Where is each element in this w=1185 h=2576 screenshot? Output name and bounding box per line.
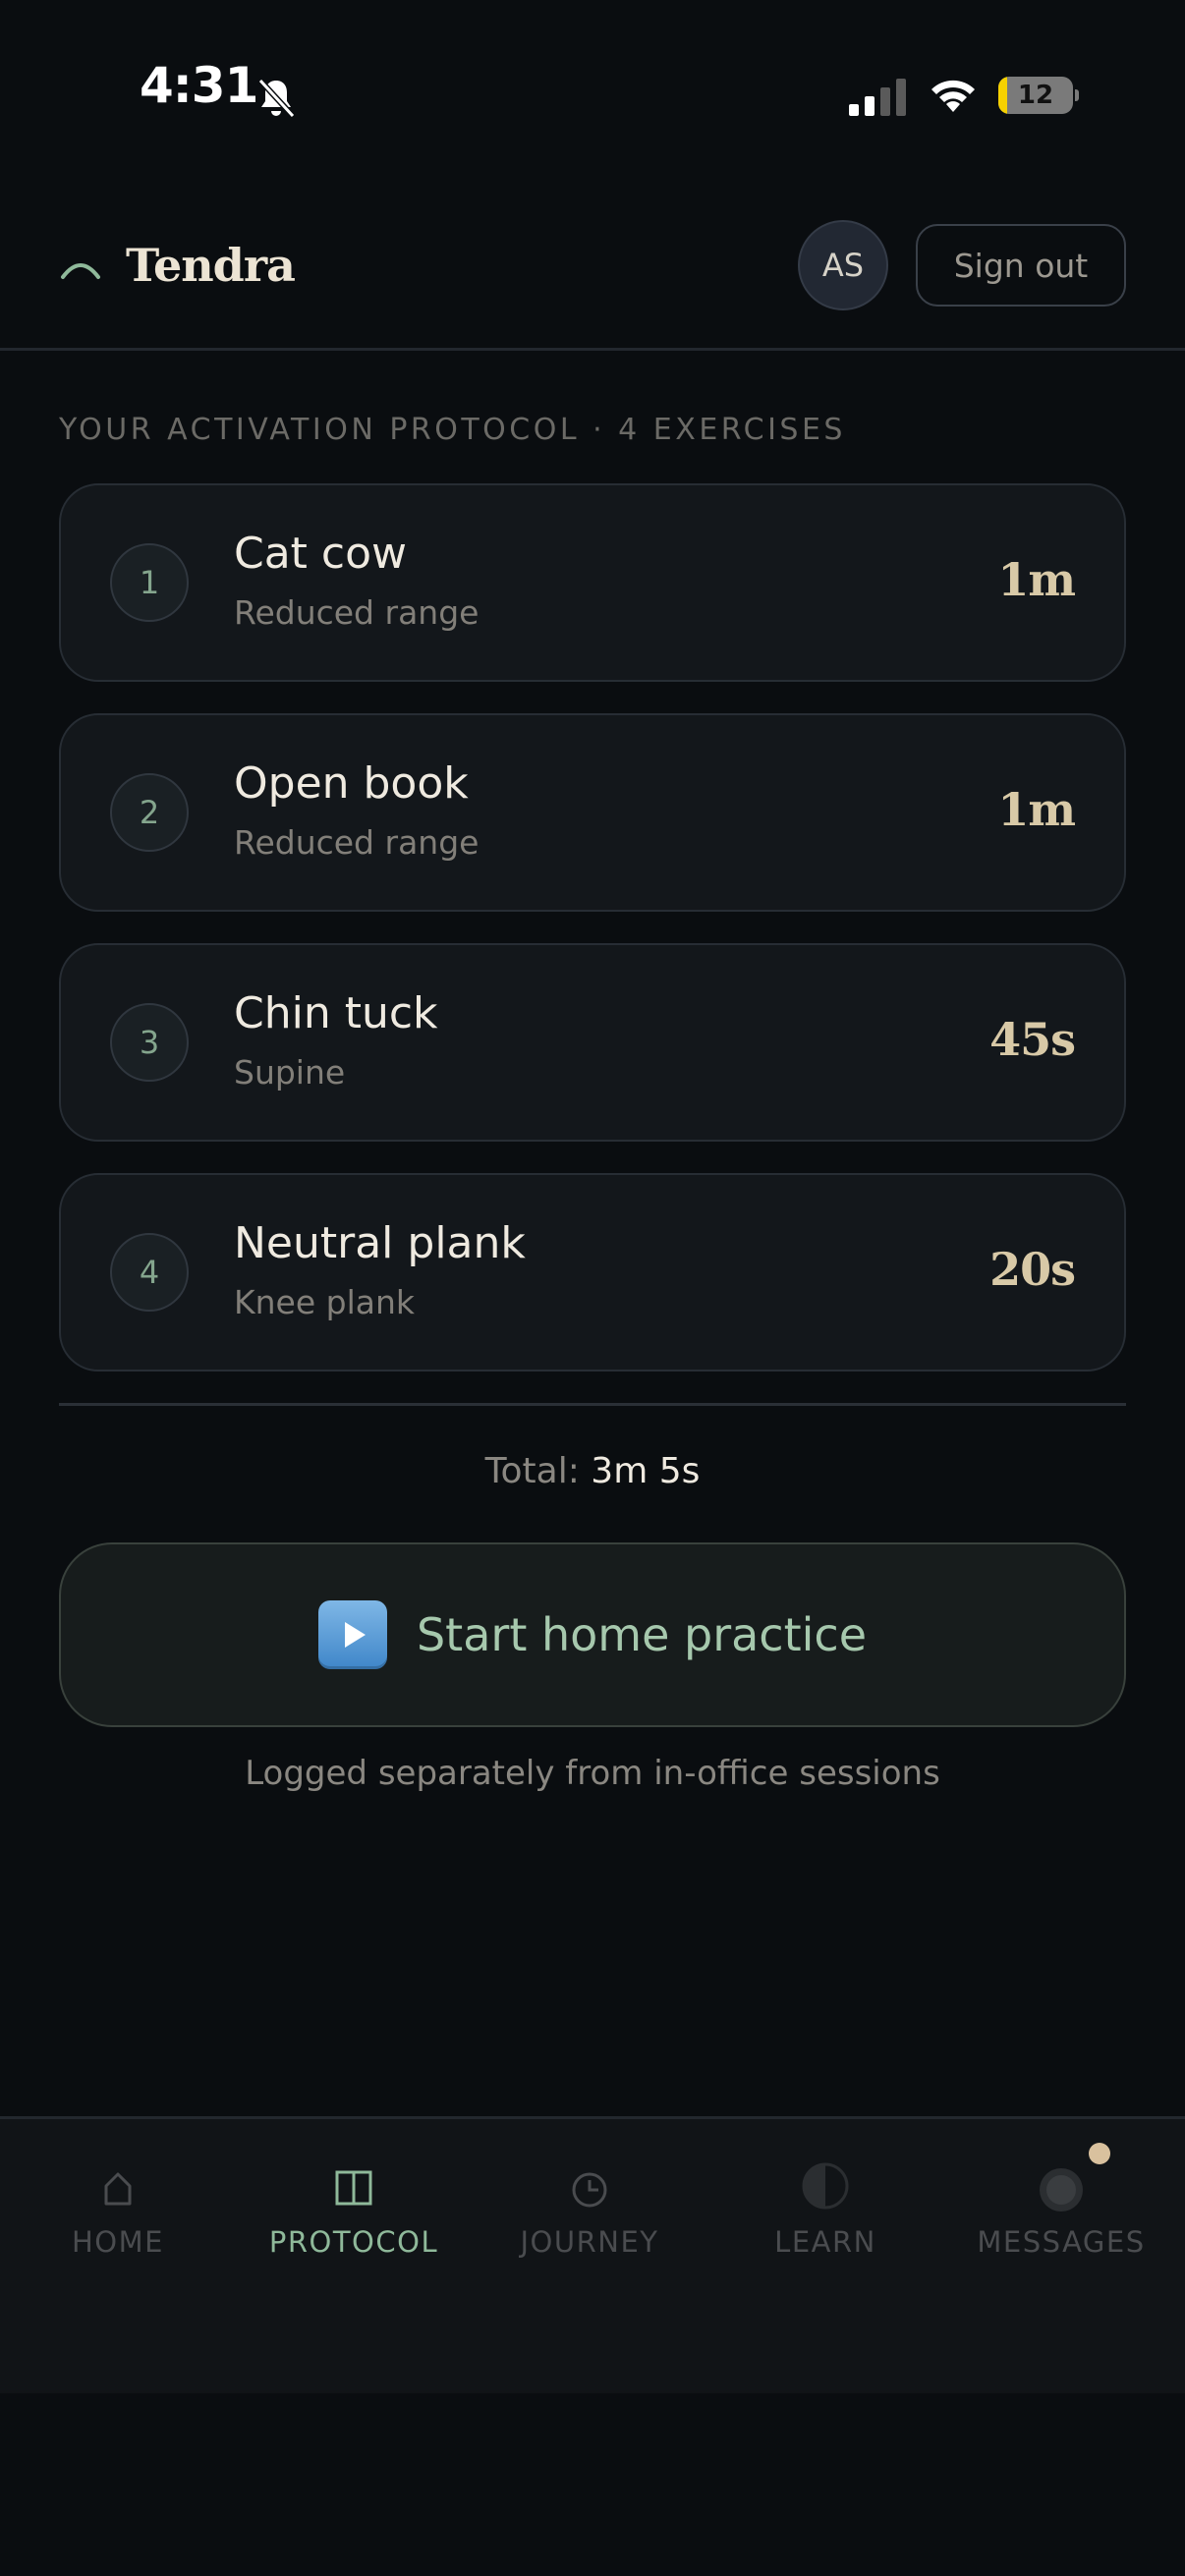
exercise-card[interactable]: 3 Chin tuck Supine 45s [59, 943, 1126, 1142]
exercise-duration: 20s [989, 1243, 1076, 1296]
bell-slash-icon [257, 78, 296, 119]
start-button-label: Start home practice [416, 1608, 868, 1661]
tab-label: JOURNEY [520, 2225, 659, 2259]
brand-arc-icon [61, 263, 100, 279]
exercise-duration: 1m [997, 553, 1076, 606]
tab-label: HOME [72, 2225, 164, 2259]
wifi-icon [931, 80, 975, 112]
exercise-name: Open book [234, 758, 469, 809]
exercise-number: 1 [110, 543, 189, 622]
tab-messages[interactable]: MESSAGES [943, 2119, 1179, 2316]
exercise-name: Cat cow [234, 529, 408, 579]
exercise-name: Neutral plank [234, 1218, 526, 1268]
tab-learn[interactable]: LEARN [707, 2119, 943, 2316]
tab-bar: HOME PROTOCOL JOURNEY LEARN MESSAGES [0, 2116, 1185, 2393]
half-circle-icon [802, 2162, 849, 2210]
exercise-number: 3 [110, 1003, 189, 1082]
total-duration: Total: 3m 5s [0, 1446, 1185, 1497]
total-value: 3m 5s [591, 1451, 701, 1491]
exercise-duration: 45s [989, 1013, 1076, 1066]
columns-icon [335, 2170, 372, 2206]
exercise-number: 4 [110, 1233, 189, 1312]
tab-label: LEARN [774, 2225, 876, 2259]
battery-percent: 12 [1017, 81, 1054, 110]
play-button-icon [317, 1600, 387, 1669]
start-note: Logged separately from in-office session… [245, 1754, 940, 1793]
exercise-number: 2 [110, 773, 189, 852]
message-icon [1040, 2168, 1083, 2212]
exercise-variant: Supine [234, 1053, 346, 1092]
cellular-signal-icon [849, 79, 906, 116]
tab-home[interactable]: HOME [0, 2119, 236, 2316]
exercise-card[interactable]: 2 Open book Reduced range 1m [59, 713, 1126, 912]
home-icon [104, 2172, 132, 2206]
battery-charging-icon: 12 [998, 77, 1079, 114]
exercise-variant: Reduced range [234, 593, 480, 632]
tab-label: PROTOCOL [268, 2225, 439, 2259]
section-label: YOUR ACTIVATION PROTOCOL · 4 EXERCISES [59, 413, 846, 447]
status-time: 4:31 [140, 57, 258, 114]
brand-name: Tendra [126, 239, 296, 292]
header-divider [0, 348, 1185, 351]
list-divider [59, 1403, 1126, 1406]
tab-journey[interactable]: JOURNEY [472, 2119, 707, 2316]
exercise-variant: Knee plank [234, 1283, 416, 1321]
start-home-practice-button[interactable]: Start home practice [59, 1542, 1126, 1727]
total-label: Total: [484, 1451, 580, 1491]
sign-out-button[interactable]: Sign out [916, 224, 1126, 307]
exercise-duration: 1m [997, 783, 1076, 836]
clock-icon [572, 2172, 607, 2208]
exercise-name: Chin tuck [234, 988, 438, 1038]
avatar[interactable]: AS [798, 220, 888, 310]
tab-protocol[interactable]: PROTOCOL [236, 2119, 472, 2316]
unread-dot-icon [1089, 2143, 1110, 2164]
tab-label: MESSAGES [977, 2225, 1146, 2259]
exercise-card[interactable]: 1 Cat cow Reduced range 1m [59, 483, 1126, 682]
exercise-card[interactable]: 4 Neutral plank Knee plank 20s [59, 1173, 1126, 1372]
exercise-variant: Reduced range [234, 823, 480, 862]
